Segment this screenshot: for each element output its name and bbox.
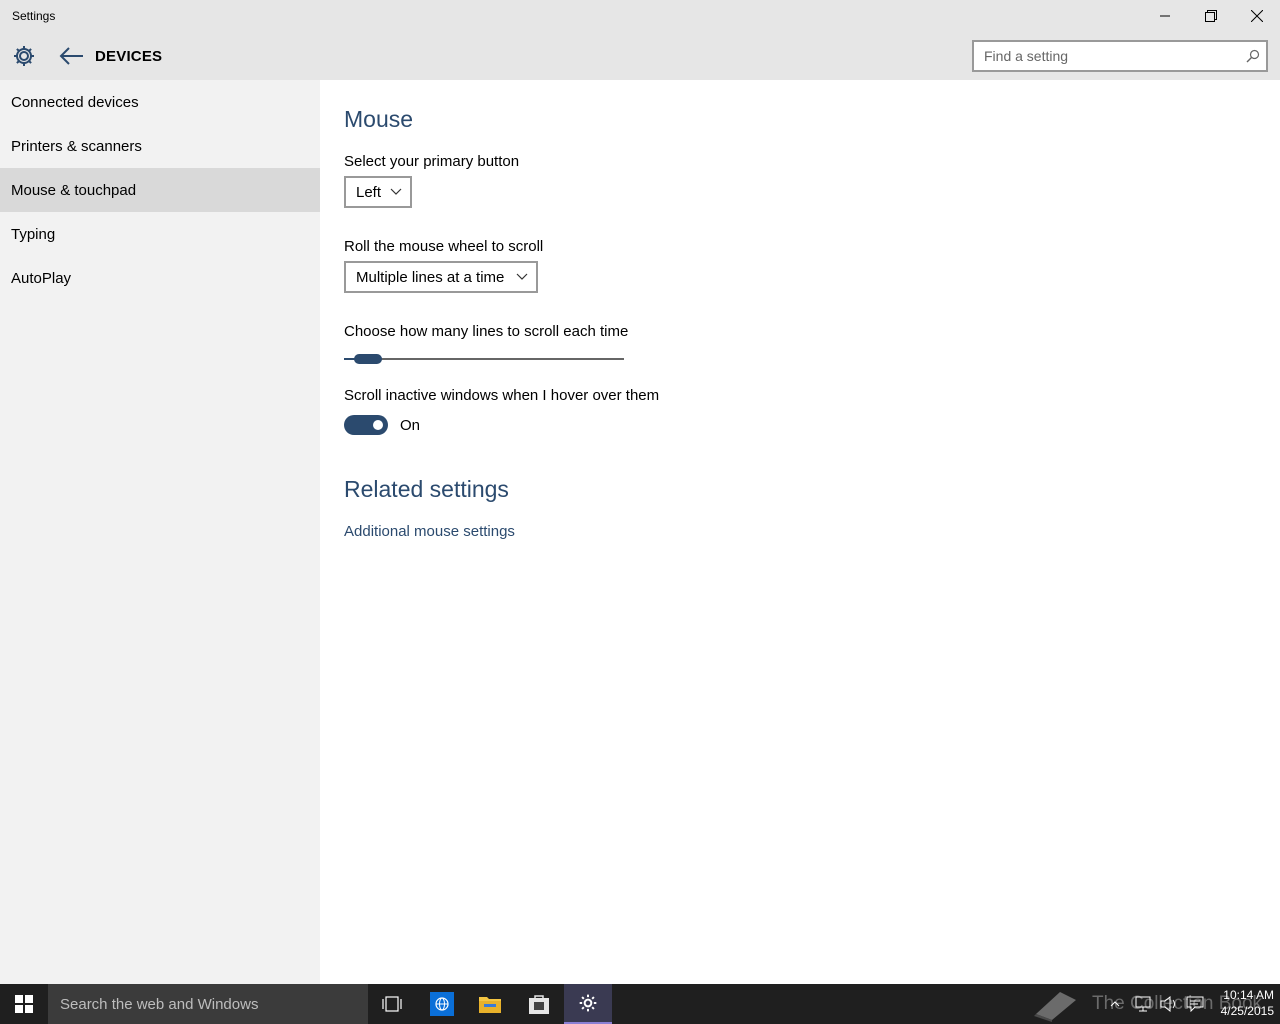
additional-mouse-settings-link[interactable]: Additional mouse settings xyxy=(344,523,515,540)
sidebar-item-autoplay[interactable]: AutoPlay xyxy=(0,256,320,300)
action-center-icon[interactable] xyxy=(1186,996,1204,1012)
inactive-scroll-toggle[interactable] xyxy=(344,415,388,435)
taskbar-browser[interactable] xyxy=(418,984,466,1024)
sidebar-item-mouse-touchpad[interactable]: Mouse & touchpad xyxy=(0,168,320,212)
slider-thumb[interactable] xyxy=(354,354,383,364)
slider-track xyxy=(344,358,624,360)
minimize-icon xyxy=(1160,15,1170,17)
toggle-state-label: On xyxy=(400,417,421,434)
taskbar-file-explorer[interactable] xyxy=(466,984,514,1024)
window-title: Settings xyxy=(12,9,56,23)
close-icon xyxy=(1251,10,1263,22)
system-tray xyxy=(1110,984,1204,1024)
section-heading-mouse: Mouse xyxy=(344,106,414,132)
primary-button-label: Select your primary button xyxy=(344,153,520,170)
sidebar-item-label: Printers & scanners xyxy=(11,137,142,155)
primary-button-value: Left xyxy=(356,183,382,201)
taskbar-search-placeholder: Search the web and Windows xyxy=(60,995,259,1013)
close-button[interactable] xyxy=(1234,0,1280,32)
main-content: Mouse Select your primary button Left Ro… xyxy=(320,80,1280,984)
task-view-button[interactable] xyxy=(368,984,416,1024)
taskbar-store[interactable] xyxy=(515,984,563,1024)
start-button[interactable] xyxy=(0,984,48,1024)
sidebar-item-typing[interactable]: Typing xyxy=(0,212,320,256)
restore-button[interactable] xyxy=(1188,0,1234,32)
settings-gear-icon xyxy=(579,994,597,1012)
chevron-down-icon xyxy=(516,273,528,280)
minimize-button[interactable] xyxy=(1142,0,1188,32)
folder-icon xyxy=(479,997,501,1013)
restore-icon xyxy=(1205,10,1217,22)
sidebar-item-connected-devices[interactable]: Connected devices xyxy=(0,80,320,124)
page-title: DEVICES xyxy=(95,48,163,65)
settings-header: DEVICES xyxy=(0,32,1280,80)
clock-time: 10:14 AM xyxy=(1223,988,1274,1002)
sidebar-item-printers-scanners[interactable]: Printers & scanners xyxy=(0,124,320,168)
wheel-scroll-label: Roll the mouse wheel to scroll xyxy=(344,238,544,255)
sidebar-item-label: Mouse & touchpad xyxy=(11,181,137,199)
task-view-icon xyxy=(382,996,402,1012)
taskbar: Search the web and Windows The Collectio… xyxy=(0,984,1280,1024)
book-icon xyxy=(1034,992,1076,1022)
primary-button-dropdown[interactable]: Left xyxy=(344,176,412,208)
taskbar-settings[interactable] xyxy=(564,984,612,1024)
back-arrow-icon[interactable] xyxy=(58,44,86,68)
taskbar-search[interactable]: Search the web and Windows xyxy=(48,984,368,1024)
search-box[interactable] xyxy=(972,40,1268,72)
chevron-up-icon[interactable] xyxy=(1110,1000,1120,1008)
sidebar-item-label: Typing xyxy=(11,225,56,243)
inactive-scroll-label: Scroll inactive windows when I hover ove… xyxy=(344,387,660,404)
chevron-down-icon xyxy=(390,188,402,195)
store-icon xyxy=(529,995,549,1014)
search-input[interactable] xyxy=(974,42,1266,70)
sidebar-item-label: AutoPlay xyxy=(11,269,72,287)
volume-icon[interactable] xyxy=(1160,996,1178,1012)
wheel-scroll-dropdown[interactable]: Multiple lines at a time xyxy=(344,261,538,293)
taskbar-clock[interactable]: 10:14 AM 4/25/2015 xyxy=(1210,987,1274,1019)
toggle-knob xyxy=(373,420,383,430)
windows-logo-icon xyxy=(15,995,33,1013)
sidebar-item-label: Connected devices xyxy=(11,93,139,111)
title-bar: Settings xyxy=(0,0,1280,32)
network-icon[interactable] xyxy=(1134,996,1152,1012)
gear-icon[interactable] xyxy=(12,44,36,68)
sidebar: Connected devices Printers & scanners Mo… xyxy=(0,80,320,984)
clock-date: 4/25/2015 xyxy=(1220,1004,1274,1018)
related-settings-heading: Related settings xyxy=(344,476,509,502)
scroll-lines-label: Choose how many lines to scroll each tim… xyxy=(344,323,629,340)
scroll-lines-slider[interactable] xyxy=(344,350,624,370)
wheel-scroll-value: Multiple lines at a time xyxy=(356,268,505,286)
browser-icon xyxy=(430,992,454,1016)
search-icon[interactable] xyxy=(1246,49,1260,63)
